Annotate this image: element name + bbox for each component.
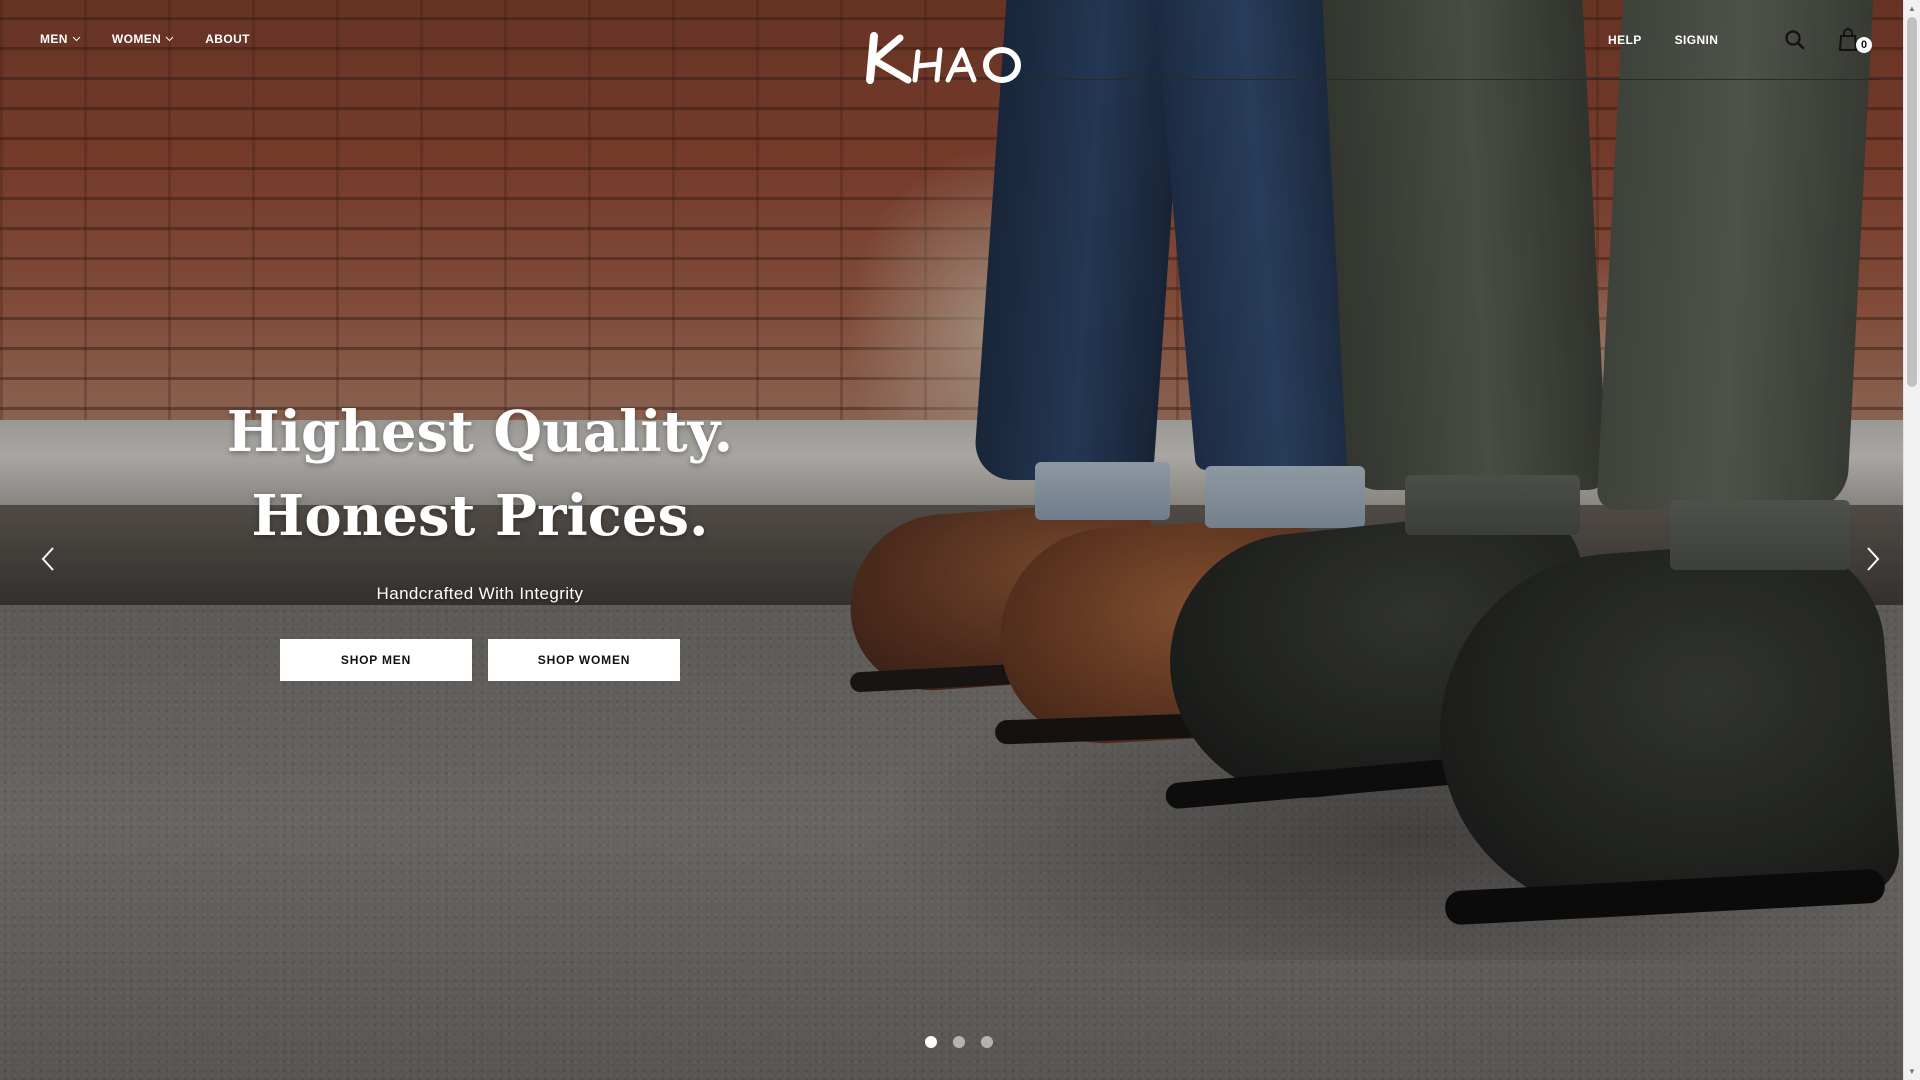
nav-help[interactable]: HELP [1608, 33, 1642, 47]
chevron-down-icon [165, 36, 174, 42]
nav-women-label: WOMEN [111, 32, 162, 46]
nav-about[interactable]: ABOUT [205, 32, 250, 46]
nav-about-label: ABOUT [205, 32, 250, 46]
hero-headline-line2: Honest Prices. [251, 483, 709, 549]
chevron-left-icon [41, 547, 54, 571]
site-header: MEN WOMEN ABOUT HELP SIGNIN 0 [0, 0, 1903, 84]
hero-cta-group: SHOP MEN SHOP WOMEN [280, 639, 680, 681]
cart-count-badge: 0 [1856, 37, 1872, 53]
khao-logo[interactable] [864, 30, 1036, 86]
account-nav: HELP SIGNIN [1608, 33, 1718, 47]
slider-dot-3[interactable] [981, 1036, 993, 1048]
slider-next-button[interactable] [1860, 544, 1884, 574]
hero-tagline: Handcrafted With Integrity [376, 584, 584, 603]
hero-headline-line1: Highest Quality. [226, 399, 734, 465]
primary-nav: MEN WOMEN ABOUT [40, 32, 250, 46]
search-icon [1785, 30, 1805, 50]
slider-dot-1[interactable] [925, 1036, 937, 1048]
slider-dot-2[interactable] [953, 1036, 965, 1048]
page-scrollbar[interactable]: ▲ ▼ [1903, 0, 1920, 1080]
header-divider [1022, 79, 1880, 80]
search-button[interactable] [1784, 29, 1806, 51]
slider-pagination [925, 1036, 993, 1048]
nav-women[interactable]: WOMEN [112, 32, 174, 46]
hero-content: Highest Quality. Honest Prices. Handcraf… [220, 390, 740, 604]
slider-prev-button[interactable] [37, 544, 61, 574]
shop-women-button[interactable]: SHOP WOMEN [488, 639, 680, 681]
scrollbar-thumb[interactable] [1907, 17, 1917, 387]
hero-headline: Highest Quality. Honest Prices. [220, 390, 740, 558]
nav-men-label: MEN [40, 32, 68, 46]
nav-men[interactable]: MEN [40, 32, 81, 46]
nav-signin[interactable]: SIGNIN [1675, 33, 1719, 47]
chevron-right-icon [1867, 547, 1880, 571]
scroll-up-arrow-icon[interactable]: ▲ [1904, 0, 1920, 17]
shop-men-button[interactable]: SHOP MEN [280, 639, 472, 681]
scroll-down-arrow-icon[interactable]: ▼ [1904, 1063, 1920, 1080]
chevron-down-icon [72, 36, 81, 42]
cart-button[interactable]: 0 [1838, 28, 1872, 56]
